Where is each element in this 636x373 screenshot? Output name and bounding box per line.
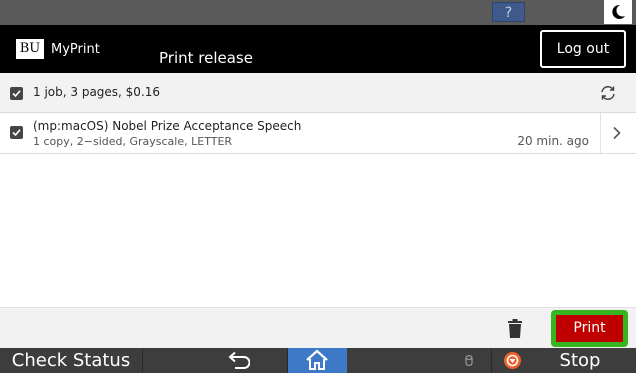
print-button[interactable]: Print <box>556 315 623 342</box>
back-button[interactable] <box>143 348 288 373</box>
logo-mark: BU <box>16 39 44 59</box>
night-mode-button[interactable] <box>604 0 632 24</box>
home-button[interactable] <box>288 348 347 373</box>
list-item[interactable]: (mp:macOS) Nobel Prize Acceptance Speech… <box>0 113 636 154</box>
action-bar: Print <box>0 307 636 348</box>
checkbox-icon <box>12 90 21 98</box>
home-icon <box>306 349 328 370</box>
stop-button-icon[interactable] <box>503 348 525 373</box>
trash-icon[interactable] <box>506 319 524 339</box>
app-name: MyPrint <box>51 41 100 57</box>
stop-button[interactable]: Stop <box>545 348 615 373</box>
job-summary-row: 1 job, 3 pages, $0.16 <box>0 73 636 113</box>
select-all-checkbox[interactable] <box>10 87 23 100</box>
system-bar: ? <box>0 0 636 25</box>
back-arrow-icon <box>228 351 250 369</box>
data-led-icon <box>465 355 473 366</box>
app-header: BU MyPrint Print release Log out <box>0 25 636 73</box>
job-details: 1 copy, 2−sided, Grayscale, LETTER <box>33 135 233 148</box>
device-bottom-bar: Check Status Stop <box>0 348 636 373</box>
help-icon: ? <box>504 5 513 21</box>
divider <box>600 113 601 153</box>
check-status-button[interactable]: Check Status <box>0 348 143 373</box>
refresh-icon[interactable] <box>599 84 617 102</box>
logo: BU MyPrint <box>16 38 100 60</box>
page-title: Print release <box>159 49 253 67</box>
stop-icon <box>504 352 521 369</box>
chevron-right-icon[interactable] <box>612 126 622 140</box>
job-checkbox[interactable] <box>10 126 23 139</box>
help-button[interactable]: ? <box>492 2 525 22</box>
logout-button[interactable]: Log out <box>540 30 626 68</box>
moon-icon <box>612 4 625 19</box>
job-time: 20 min. ago <box>517 134 589 148</box>
data-in-indicator <box>460 348 492 373</box>
job-summary-text: 1 job, 3 pages, $0.16 <box>33 85 161 99</box>
checkbox-icon <box>12 129 21 137</box>
job-title: (mp:macOS) Nobel Prize Acceptance Speech <box>33 119 302 133</box>
print-button-highlight: Print <box>551 310 628 347</box>
job-list-empty-area <box>0 154 636 307</box>
